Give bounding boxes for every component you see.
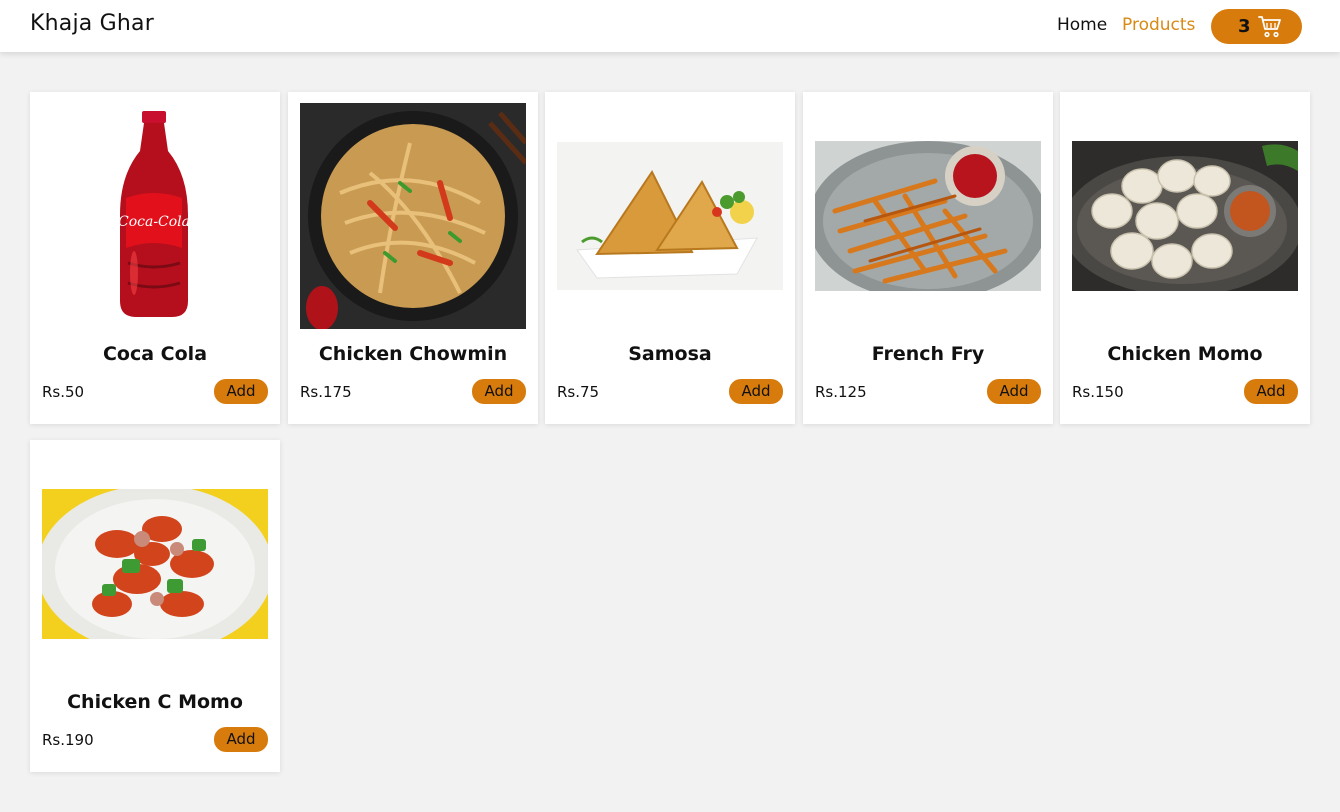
product-card: Coca-Cola Coca Cola Rs.50 Add xyxy=(30,92,280,424)
navbar: Khaja Ghar Home Products 3 xyxy=(0,0,1340,52)
add-to-cart-button[interactable]: Add xyxy=(214,379,268,404)
nav-home-link[interactable]: Home xyxy=(1057,15,1107,35)
add-to-cart-button[interactable]: Add xyxy=(472,379,526,404)
add-to-cart-button[interactable]: Add xyxy=(987,379,1041,404)
cart-icon xyxy=(1258,16,1281,38)
product-price: Rs.150 xyxy=(1072,383,1124,401)
product-card: French Fry Rs.125 Add xyxy=(803,92,1053,424)
add-to-cart-button[interactable]: Add xyxy=(729,379,783,404)
product-price: Rs.190 xyxy=(42,731,94,749)
product-name: French Fry xyxy=(871,343,985,365)
product-name: Coca Cola xyxy=(102,343,208,365)
product-card: Chicken Momo Rs.150 Add xyxy=(1060,92,1310,424)
nav-products-link[interactable]: Products xyxy=(1122,15,1195,35)
product-name: Chicken C Momo xyxy=(67,691,243,713)
product-price: Rs.125 xyxy=(815,383,867,401)
product-name: Chicken Chowmin xyxy=(318,343,508,365)
add-to-cart-button[interactable]: Add xyxy=(214,727,268,752)
add-to-cart-button[interactable]: Add xyxy=(1244,379,1298,404)
chicken-chowmin-image xyxy=(300,103,526,329)
brand-logo[interactable]: Khaja Ghar xyxy=(30,11,154,36)
samosa-image xyxy=(557,103,783,329)
svg-text:Coca-Cola: Coca-Cola xyxy=(118,214,190,230)
product-name: Samosa xyxy=(628,343,712,365)
product-price: Rs.175 xyxy=(300,383,352,401)
product-price: Rs.75 xyxy=(557,383,600,401)
french-fry-image xyxy=(815,103,1041,329)
chicken-momo-image xyxy=(1072,103,1298,329)
product-card: Samosa Rs.75 Add xyxy=(545,92,795,424)
cart-count: 3 xyxy=(1238,16,1251,37)
product-card: Chicken C Momo Rs.190 Add xyxy=(30,440,280,772)
cart-button[interactable]: 3 xyxy=(1211,9,1302,44)
product-card: Chicken Chowmin Rs.175 Add xyxy=(288,92,538,424)
coca-cola-bottle-image: Coca-Cola xyxy=(42,103,268,329)
product-price: Rs.50 xyxy=(42,383,85,401)
product-name: Chicken Momo xyxy=(1107,343,1263,365)
chicken-c-momo-image xyxy=(42,451,268,677)
